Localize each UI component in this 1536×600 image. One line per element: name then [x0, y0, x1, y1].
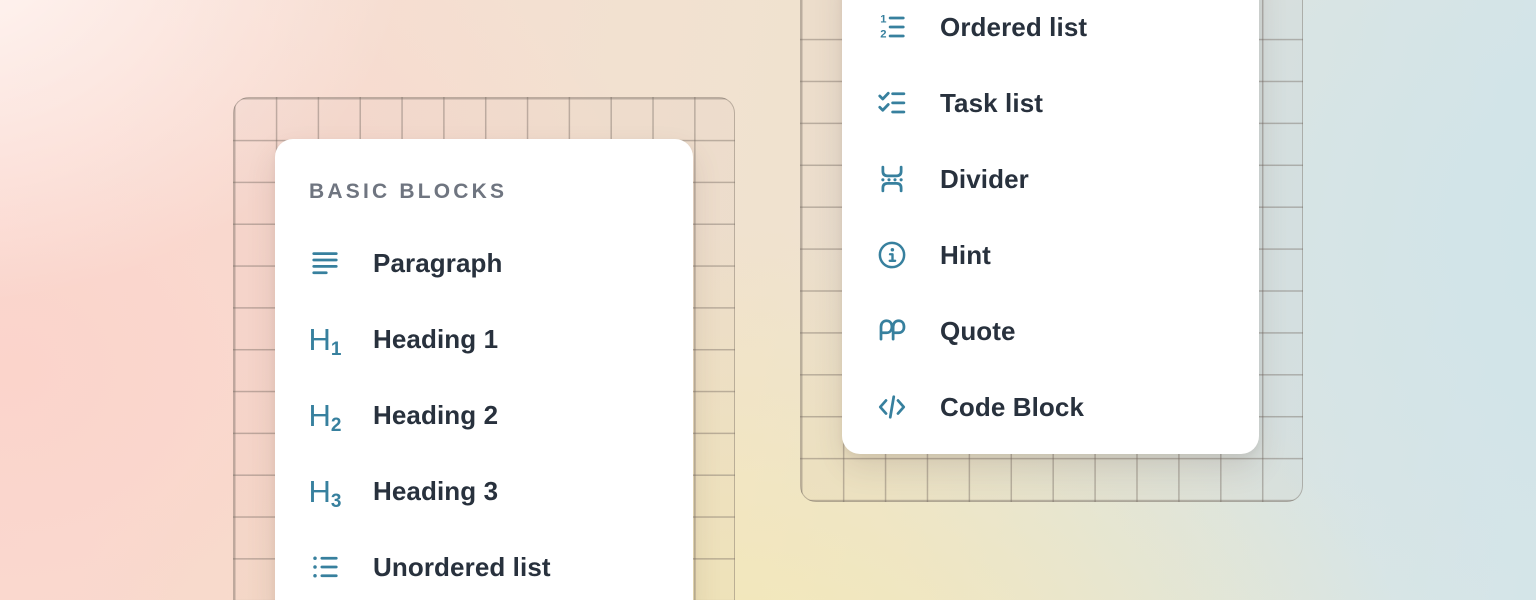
menu-item-ordered-list[interactable]: 1 2 Ordered list [842, 0, 1259, 65]
menu-item-label: Task list [940, 88, 1043, 118]
svg-text:1: 1 [880, 13, 886, 25]
basic-blocks-menu-list: Paragraph H 1 Heading 1 H 2 [275, 225, 693, 600]
editor-insert-menu-illustration: BASIC BLOCKS Paragraph H 1 [0, 0, 1536, 600]
menu-item-heading-2[interactable]: H 2 Heading 2 [275, 377, 693, 453]
ordered-list-icon: 1 2 [876, 11, 908, 43]
menu-item-label: Unordered list [373, 552, 551, 582]
quote-icon [876, 315, 908, 347]
hint-icon [876, 239, 908, 271]
menu-item-label: Paragraph [373, 248, 503, 278]
svg-text:2: 2 [880, 29, 886, 41]
menu-item-unordered-list[interactable]: Unordered list [275, 529, 693, 600]
menu-item-label: Heading 3 [373, 476, 498, 506]
heading-1-icon: H 1 [309, 323, 341, 355]
menu-item-label: Heading 1 [373, 324, 498, 354]
menu-item-heading-3[interactable]: H 3 Heading 3 [275, 453, 693, 529]
menu-item-hint[interactable]: Hint [842, 217, 1259, 293]
basic-blocks-menu-card: BASIC BLOCKS Paragraph H 1 [275, 139, 693, 600]
menu-item-label: Hint [940, 240, 991, 270]
menu-item-task-list[interactable]: Task list [842, 65, 1259, 141]
heading-3-icon: H 3 [309, 475, 341, 507]
menu-item-label: Code Block [940, 392, 1084, 422]
menu-item-label: Heading 2 [373, 400, 498, 430]
menu-item-code-block[interactable]: Code Block [842, 369, 1259, 445]
menu-item-label: Divider [940, 164, 1029, 194]
divider-icon [876, 163, 908, 195]
menu-item-divider[interactable]: Divider [842, 141, 1259, 217]
menu-item-label: Ordered list [940, 12, 1087, 42]
blocks-menu-card-continued: 1 2 Ordered list [842, 0, 1259, 454]
blocks-menu-list: 1 2 Ordered list [842, 0, 1259, 445]
task-list-icon [876, 87, 908, 119]
menu-item-paragraph[interactable]: Paragraph [275, 225, 693, 301]
menu-item-heading-1[interactable]: H 1 Heading 1 [275, 301, 693, 377]
menu-item-label: Quote [940, 316, 1016, 346]
menu-item-quote[interactable]: Quote [842, 293, 1259, 369]
code-block-icon [876, 391, 908, 423]
heading-2-icon: H 2 [309, 399, 341, 431]
section-header-basic-blocks: BASIC BLOCKS [309, 180, 507, 204]
paragraph-icon [309, 247, 341, 279]
unordered-list-icon [309, 551, 341, 583]
